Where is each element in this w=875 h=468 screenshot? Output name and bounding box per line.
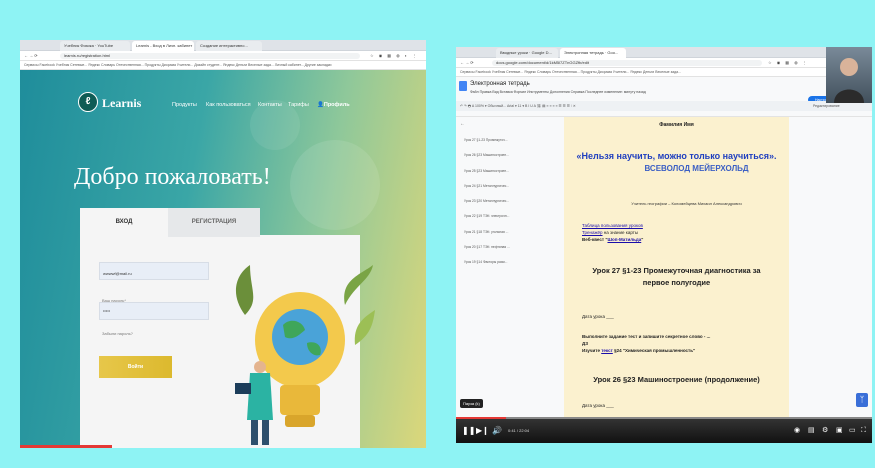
extension-icons[interactable]: ☆ ◉ ▦ ◍ ◐ ⋮ — [370, 53, 418, 58]
teacher-line: Учитель географии – Коломейцева Михаил А… — [631, 201, 742, 206]
left-tab-1[interactable]: Учебник Физика · YouTube — [60, 41, 130, 51]
right-tab-bar: Вводные уроки · Google D... Электронная … — [456, 47, 872, 63]
right-tab-2[interactable]: Электронная тетрадь · Goo... — [560, 48, 626, 58]
extension-icons[interactable]: ☆ ◉ ▦ ◍ ⋮ — [768, 60, 809, 65]
lesson-date: Дата урока ___ — [582, 314, 614, 319]
right-address-field[interactable]: docs.google.com/document/d/1kM5l7ZTnGGZf… — [492, 60, 762, 66]
docs-header: Электронная тетрадь Файл Правка Вид Вста… — [456, 77, 872, 117]
nav-arrows-icon[interactable]: ← → ⟳ — [460, 60, 474, 65]
task-2: Изучите текст §24 "Химическая промышленн… — [582, 348, 696, 353]
links-block: Таблица пользования уроков Тренажёр на з… — [582, 223, 644, 242]
lesson-26-heading: Урок 26 §23 Машиностроение (продолжение) — [593, 375, 760, 384]
password-field[interactable]: ••••• — [99, 302, 209, 320]
tab-login[interactable]: ВХОД — [80, 208, 168, 237]
left-video-progress — [20, 445, 112, 448]
globe-lightbulb-illustration — [235, 265, 375, 445]
volume-icon[interactable]: 🔊 — [492, 426, 502, 436]
left-address-field[interactable]: learnis.ru/registration.html — [60, 53, 360, 59]
nav-how-to-use[interactable]: Как пользоваться — [206, 102, 251, 108]
webcam-overlay — [826, 47, 872, 103]
next-icon[interactable]: ▶❙ — [476, 426, 489, 436]
learnis-logo-icon[interactable]: ℓ — [78, 92, 98, 112]
presenter-avatar — [834, 58, 864, 103]
settings-icon[interactable]: ⚙ — [822, 426, 828, 436]
welcome-heading: Добро пожаловать! — [74, 164, 271, 190]
nav-arrows-icon[interactable]: ← → ⟳ — [24, 53, 38, 58]
right-tab-1[interactable]: Вводные уроки · Google D... — [496, 48, 558, 58]
login-button[interactable]: Войти — [99, 356, 172, 378]
lesson-27-heading: Урок 27 §1-23 Промежуточная диагностика … — [592, 266, 761, 287]
text-link[interactable]: текст — [601, 348, 613, 353]
table-link[interactable]: Таблица пользования уроков — [582, 223, 643, 228]
autoplay-toggle-icon[interactable]: ◉ — [794, 426, 800, 436]
doc-outline: Урок 27 §1-23 Промежуточ... Урок 26 §23 … — [464, 135, 534, 273]
left-tab-2[interactable]: Learnis - Вход в Личн. кабинет — [132, 41, 194, 51]
left-tab-bar: Учебник Физика · YouTube Learnis - Вход … — [20, 40, 426, 56]
left-screenshot: Учебник Физика · YouTube Learnis - Вход … — [20, 40, 426, 448]
editing-mode[interactable]: Редактирование — [813, 104, 840, 108]
right-url-bar: ← → ⟳ docs.google.com/document/d/1kM5l7Z… — [456, 58, 872, 68]
homework-label: ДЗ — [582, 341, 589, 346]
theater-icon[interactable]: ▭ — [849, 426, 856, 436]
forgot-password-link[interactable]: Забыли пароль? — [102, 331, 133, 336]
task-1: Выполните задание тест и запишите секрет… — [582, 334, 711, 339]
name-line: Фамилия Имя — [659, 122, 694, 128]
nav-products[interactable]: Продукты — [172, 102, 197, 108]
miniplayer-icon[interactable]: ▣ — [836, 426, 843, 436]
decor-circle — [290, 140, 380, 230]
docs-icon[interactable] — [459, 81, 467, 91]
user-icon: 👤 — [317, 102, 324, 108]
right-bookmarks-bar[interactable]: Сервисы Facebook Учебник Сетевые... Янде… — [456, 68, 872, 77]
outline-item[interactable]: Урок 19 §14 Факторы разм... — [464, 257, 534, 272]
outline-item[interactable]: Урок 21 §18 ТЭК: угольная ... — [464, 227, 534, 242]
outline-item[interactable]: Урок 22 §19 ТЭК: электроэн... — [464, 211, 534, 226]
outline-back-icon[interactable]: ← — [460, 121, 465, 127]
nav-profile[interactable]: 👤Профиль — [317, 102, 350, 108]
video-time: 0:41 / 22:04 — [508, 428, 530, 433]
lesson-date-2: Дата урока ___ — [582, 403, 614, 408]
nav-contacts[interactable]: Контакты — [258, 102, 282, 108]
channel-watermark-icon[interactable]: ᛉ — [856, 393, 868, 407]
doc-body: ← Урок 27 §1-23 Промежуточ... Урок 26 §2… — [456, 117, 872, 419]
pause-tooltip: Пауза (k) — [460, 399, 483, 408]
outline-item[interactable]: Урок 20 §17 ТЭК: нефтяная ... — [464, 242, 534, 257]
nav-tariffs[interactable]: Тарифы — [288, 102, 309, 108]
outline-item[interactable]: Урок 23 §20 Металлургичес... — [464, 196, 534, 211]
quote-author: ВСЕВОЛОД МЕЙЕРХОЛЬД — [644, 164, 749, 173]
left-tab-3[interactable]: Создание интерактивно... — [196, 41, 262, 51]
doc-title[interactable]: Электронная тетрадь — [470, 81, 530, 87]
pause-icon[interactable]: ❚❚ — [462, 426, 475, 436]
doc-page: Фамилия Имя «Нельзя научить, можно тольк… — [564, 117, 789, 419]
fullscreen-icon[interactable]: ⛶ — [861, 426, 866, 436]
outline-item[interactable]: Урок 25 §23 Машиностроен... — [464, 166, 534, 181]
webquest-link[interactable]: Шоп-Матильда — [607, 237, 641, 242]
email-field[interactable]: wwwwf@mail.ru — [99, 262, 209, 280]
trainer-link[interactable]: Тренажёр — [582, 230, 603, 235]
left-bookmarks-bar[interactable]: Сервисы Facebook Учебник Сетевые... Янде… — [20, 61, 426, 70]
quote: «Нельзя научить, можно только научиться»… — [576, 151, 777, 161]
outline-item[interactable]: Урок 24 §21 Металлургичес... — [464, 181, 534, 196]
subtitles-icon[interactable]: ▤ — [808, 426, 815, 436]
logo-text[interactable]: Learnis — [102, 96, 141, 111]
tab-register[interactable]: РЕГИСТРАЦИЯ — [168, 208, 260, 237]
doc-toolbar[interactable]: ↶ ↷ 🖶 A 100% ▾ Обычный... Arial ▾ 11 ▾ B… — [456, 101, 872, 111]
outline-item[interactable]: Урок 26 §23 Машиностроен... — [464, 150, 534, 165]
left-url-bar: ← → ⟳ learnis.ru/registration.html ☆ ◉ ▦… — [20, 51, 426, 61]
video-controls: ❚❚ ▶❙ 🔊 0:41 / 22:04 ◉ ▤ ⚙ ▣ ▭ ⛶ — [456, 419, 872, 443]
outline-item[interactable]: Урок 27 §1-23 Промежуточ... — [464, 135, 534, 150]
doc-menu[interactable]: Файл Правка Вид Вставка Формат Инструмен… — [470, 90, 646, 94]
right-screenshot: Вводные уроки · Google D... Электронная … — [456, 47, 872, 443]
